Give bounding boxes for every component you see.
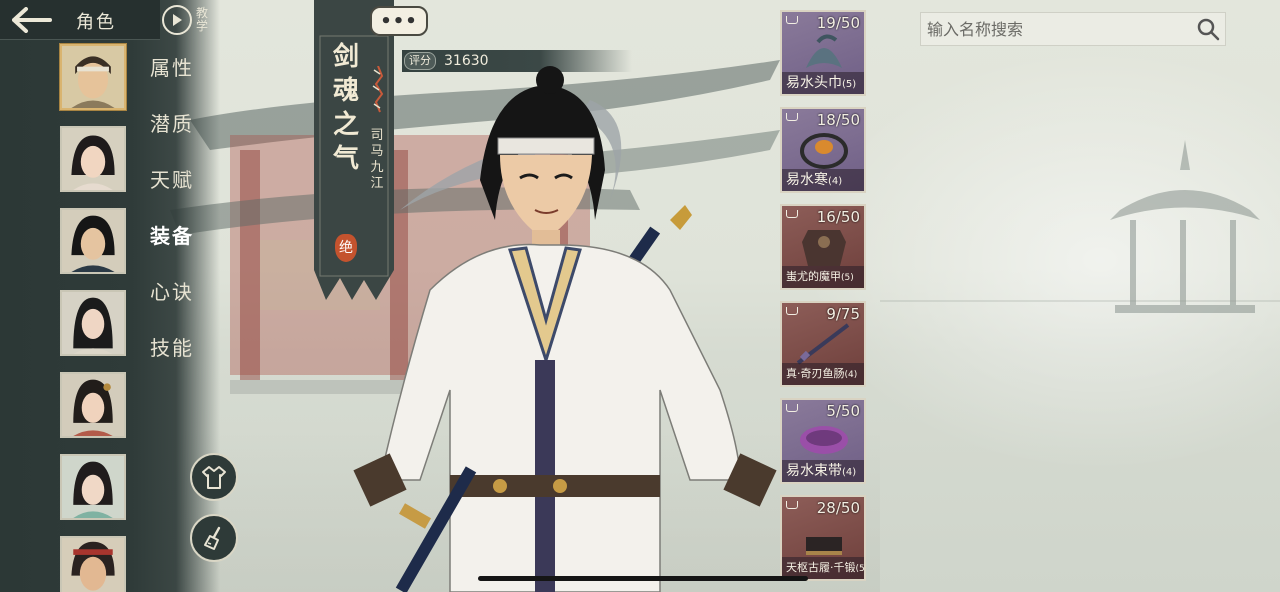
search-input[interactable] xyxy=(921,19,1191,39)
bookmark-icon xyxy=(786,16,798,24)
top-bar: 角色 xyxy=(0,0,160,40)
home-indicator xyxy=(478,576,808,581)
portrait-5[interactable] xyxy=(60,372,126,438)
tab-attributes[interactable]: 属性 xyxy=(150,54,194,110)
more-button[interactable]: ••• xyxy=(370,6,428,36)
equipment-slot-accessory[interactable]: 18/50 易水寒(4) xyxy=(780,107,866,193)
character-illustration xyxy=(353,66,777,592)
equipment-slot-belt[interactable]: 5/50 易水束带(4) xyxy=(780,398,866,484)
page-title: 角色 xyxy=(76,12,116,33)
lake-horizon xyxy=(880,300,1280,302)
equipment-list: 19/50 易水头巾(5) 18/50 易水寒(4) 16/50 蚩尤的魔甲(5… xyxy=(780,10,866,592)
armor-icon xyxy=(802,230,846,266)
portrait-list xyxy=(60,44,128,592)
tab-mind-art[interactable]: 心诀 xyxy=(150,278,194,334)
bookmark-icon xyxy=(786,210,798,218)
equipment-name: 蚩尤的魔甲(5) xyxy=(782,266,864,288)
tab-skills[interactable]: 技能 xyxy=(150,334,194,390)
search-bar xyxy=(920,12,1226,46)
search-button[interactable] xyxy=(1191,12,1225,46)
portrait-1[interactable] xyxy=(60,44,126,110)
category-tabs: 属性 潜质 天赋 装备 心诀 技能 xyxy=(150,54,194,390)
equipment-name: 易水头巾(5) xyxy=(782,72,864,94)
equipment-slot-armor[interactable]: 16/50 蚩尤的魔甲(5) xyxy=(780,204,866,290)
clean-button[interactable] xyxy=(190,514,238,562)
portrait-3[interactable] xyxy=(60,208,126,274)
equipment-slot-head[interactable]: 19/50 易水头巾(5) xyxy=(780,10,866,96)
outfit-button[interactable] xyxy=(190,453,238,501)
headband-icon xyxy=(806,34,842,68)
search-icon xyxy=(1197,18,1220,41)
bookmark-icon xyxy=(786,501,798,509)
bookmark-icon xyxy=(786,404,798,412)
broom-icon xyxy=(204,526,221,550)
tab-talent[interactable]: 天赋 xyxy=(150,166,194,222)
robe-icon xyxy=(202,466,226,489)
tab-potential[interactable]: 潜质 xyxy=(150,110,194,166)
tutorial-button[interactable]: 教学 xyxy=(162,4,218,36)
equipment-name: 真·奇刃鱼肠(4) xyxy=(782,363,864,385)
belt-icon xyxy=(800,426,848,454)
back-button[interactable] xyxy=(8,4,56,36)
equipment-slot-weapon[interactable]: 9/75 真·奇刃鱼肠(4) xyxy=(780,301,866,387)
bracelet-icon xyxy=(800,133,848,169)
play-icon xyxy=(162,5,192,35)
tab-equipment[interactable]: 装备 xyxy=(150,222,194,278)
portrait-7[interactable] xyxy=(60,536,126,592)
sword-icon xyxy=(796,323,850,365)
bookmark-icon xyxy=(786,307,798,315)
equipment-name: 易水束带(4) xyxy=(782,460,864,482)
tutorial-label: 教学 xyxy=(196,6,209,33)
portrait-6[interactable] xyxy=(60,454,126,520)
portrait-2[interactable] xyxy=(60,126,126,192)
boots-icon xyxy=(806,537,842,555)
bookmark-icon xyxy=(786,113,798,121)
equipment-slot-boots[interactable]: 28/50 天枢古履·千锻(5) xyxy=(780,495,866,581)
equipment-name: 易水寒(4) xyxy=(782,169,864,191)
arrow-left-icon xyxy=(12,7,52,33)
portrait-4[interactable] xyxy=(60,290,126,356)
